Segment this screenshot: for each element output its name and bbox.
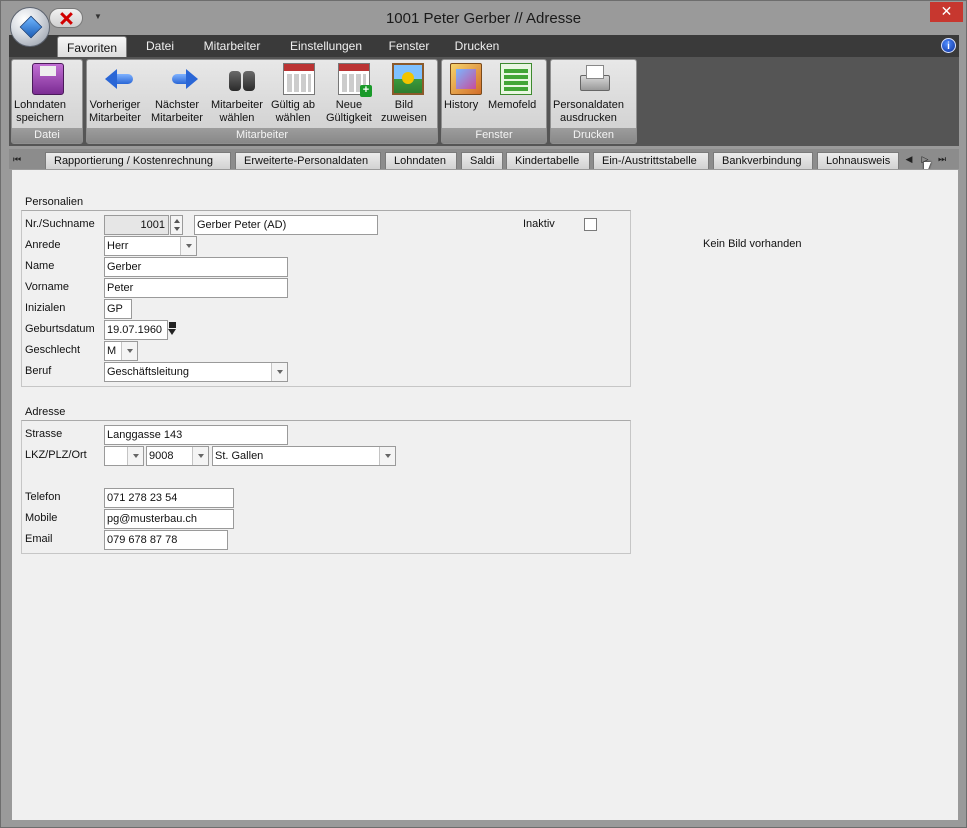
address-form-panel: Personalien Nr./Suchname 1001 Gerber Pet… <box>11 169 959 821</box>
tab-first-icon[interactable]: ⏮ <box>11 152 23 166</box>
ribbon-tab-bar: Favoriten Datei Mitarbeiter Einstellunge… <box>9 35 959 58</box>
chevron-down-icon[interactable] <box>379 447 395 465</box>
title-bar: ▼ 1001 Peter Gerber // Adresse ✕ <box>1 1 966 47</box>
picture-icon <box>392 63 424 95</box>
tab-lohnausweis[interactable]: Lohnausweis <box>817 152 899 169</box>
section-title-personalien: Personalien <box>25 196 84 208</box>
window-title: 1001 Peter Gerber // Adresse <box>385 10 582 27</box>
lohndaten-speichern-button[interactable]: Lohndaten speichern <box>14 63 82 124</box>
naechster-mitarbeiter-button[interactable]: Nächster Mitarbeiter <box>151 63 213 124</box>
ribbon-group-datei: Lohndaten speichern Datei <box>11 59 83 144</box>
ribbon-group-label-mitarbeiter: Mitarbeiter <box>87 128 437 143</box>
calendar-add-icon: + <box>338 63 372 97</box>
label-email: Email <box>25 533 53 545</box>
tab-bankverbindung[interactable]: Bankverbindung <box>713 152 813 169</box>
ribbon-tab-favoriten[interactable]: Favoriten <box>57 36 127 58</box>
ort-select[interactable]: St. Gallen <box>212 446 396 466</box>
tab-lohndaten[interactable]: Lohndaten <box>385 152 457 169</box>
section-title-adresse: Adresse <box>25 406 66 418</box>
floppy-disk-icon <box>32 63 64 95</box>
tab-erweiterte-personaldaten[interactable]: Erweiterte-Personaldaten <box>235 152 381 169</box>
application-window: ▼ 1001 Peter Gerber // Adresse ✕ Favorit… <box>0 0 967 828</box>
tab-saldi[interactable]: Saldi <box>461 152 503 169</box>
label-initialen: Inizialen <box>25 302 66 314</box>
mitarbeiter-waehlen-button[interactable]: Mitarbeiter wählen <box>211 63 273 124</box>
geschlecht-select[interactable]: M <box>104 341 138 361</box>
vorname-field[interactable]: Peter <box>104 278 288 298</box>
arrow-left-icon <box>105 63 137 95</box>
label-vorname: Vorname <box>25 281 70 293</box>
strasse-field[interactable]: Langgasse 143 <box>104 425 288 445</box>
lkz-select[interactable] <box>104 446 144 466</box>
personaldaten-ausdrucken-button[interactable]: Personaldaten ausdrucken <box>553 63 635 124</box>
memofeld-button[interactable]: Memofeld <box>488 63 544 111</box>
chevron-down-icon[interactable] <box>271 363 287 381</box>
neue-gueltigkeit-button[interactable]: + Neue Gültigkeit <box>326 63 382 124</box>
calendar-edit-icon <box>283 63 315 95</box>
geburtsdatum-field[interactable]: 19.07.1960 <box>104 320 168 340</box>
suchname-field[interactable]: Gerber Peter (AD) <box>194 215 378 235</box>
chevron-down-icon[interactable] <box>192 447 208 465</box>
nr-field[interactable]: 1001 <box>104 215 169 235</box>
ribbon-group-label-drucken: Drucken <box>551 128 636 143</box>
tab-ein-austrittstabelle[interactable]: Ein-/Austrittstabelle <box>593 152 709 169</box>
anrede-select[interactable]: Herr <box>104 236 197 256</box>
chevron-down-icon[interactable] <box>121 342 137 360</box>
printer-icon <box>578 63 610 95</box>
ribbon-tab-mitarbeiter[interactable]: Mitarbeiter <box>195 35 269 57</box>
application-menu-button[interactable] <box>10 7 50 47</box>
ribbon-group-label-fenster: Fenster <box>442 128 546 143</box>
history-icon <box>450 63 482 95</box>
ribbon-panel: Lohndaten speichern Datei Vorheriger Mit… <box>9 57 959 146</box>
label-geschlecht: Geschlecht <box>25 344 81 356</box>
label-beruf: Beruf <box>25 365 52 377</box>
tab-last-icon[interactable]: ⏭ <box>936 152 948 166</box>
chevron-down-icon[interactable] <box>127 447 143 465</box>
beruf-select[interactable]: Geschäftsleitung <box>104 362 288 382</box>
ribbon-tab-datei[interactable]: Datei <box>137 35 183 57</box>
page-tab-strip: ⏮ Rapportierung / Kostenrechnung Erweite… <box>9 149 959 169</box>
chevron-down-icon[interactable] <box>180 237 196 255</box>
tab-rapportierung-kostenrechnung[interactable]: Rapportierung / Kostenrechnung <box>45 152 231 169</box>
tab-prev-icon[interactable]: ◀ <box>903 152 915 166</box>
memo-icon <box>500 63 532 95</box>
label-lkz-plz-ort: LKZ/PLZ/Ort <box>25 449 87 461</box>
label-name: Name <box>25 260 55 272</box>
ribbon-tab-einstellungen[interactable]: Einstellungen <box>281 35 371 57</box>
date-picker-icon[interactable] <box>168 320 178 338</box>
mobile-field[interactable]: pg@musterbau.ch <box>104 509 234 529</box>
bild-zuweisen-button[interactable]: Bild zuweisen <box>381 63 435 124</box>
label-telefon: Telefon <box>25 491 61 503</box>
help-info-icon[interactable]: i <box>941 38 956 53</box>
app-logo-icon <box>19 15 43 39</box>
initialen-field[interactable]: GP <box>104 299 132 319</box>
label-strasse: Strasse <box>25 428 63 440</box>
arrow-right-icon <box>166 63 198 95</box>
tab-kindertabelle[interactable]: Kindertabelle <box>506 152 590 169</box>
label-anrede: Anrede <box>25 239 61 251</box>
label-geburtsdatum: Geburtsdatum <box>25 323 95 335</box>
name-field[interactable]: Gerber <box>104 257 288 277</box>
inaktiv-checkbox[interactable] <box>584 218 597 231</box>
label-mobile: Mobile <box>25 512 58 524</box>
email-field[interactable]: 079 678 87 78 <box>104 530 228 550</box>
telefon-field[interactable]: 071 278 23 54 <box>104 488 234 508</box>
ribbon-group-label-datei: Datei <box>12 128 82 143</box>
employee-photo-placeholder[interactable]: Kein Bild vorhanden <box>703 238 801 250</box>
ribbon-tab-drucken[interactable]: Drucken <box>449 35 505 57</box>
label-nr-suchname: Nr./Suchname <box>25 218 95 230</box>
ribbon-group-fenster: History Memofeld Fenster <box>441 59 547 144</box>
vorheriger-mitarbeiter-button[interactable]: Vorheriger Mitarbeiter <box>89 63 153 124</box>
plz-select[interactable]: 9008 <box>146 446 209 466</box>
binoculars-icon <box>226 63 258 95</box>
nr-spin-button[interactable] <box>170 215 183 235</box>
ribbon-group-mitarbeiter: Vorheriger Mitarbeiter Nächster Mitarbei… <box>86 59 438 144</box>
window-close-button[interactable]: ✕ <box>930 2 963 22</box>
ribbon-tab-fenster[interactable]: Fenster <box>383 35 435 57</box>
ribbon-group-drucken: Personaldaten ausdrucken Drucken <box>550 59 637 144</box>
gueltig-ab-waehlen-button[interactable]: Gültig ab wählen <box>271 63 327 124</box>
history-button[interactable]: History <box>444 63 488 111</box>
label-inaktiv: Inaktiv <box>523 218 555 230</box>
